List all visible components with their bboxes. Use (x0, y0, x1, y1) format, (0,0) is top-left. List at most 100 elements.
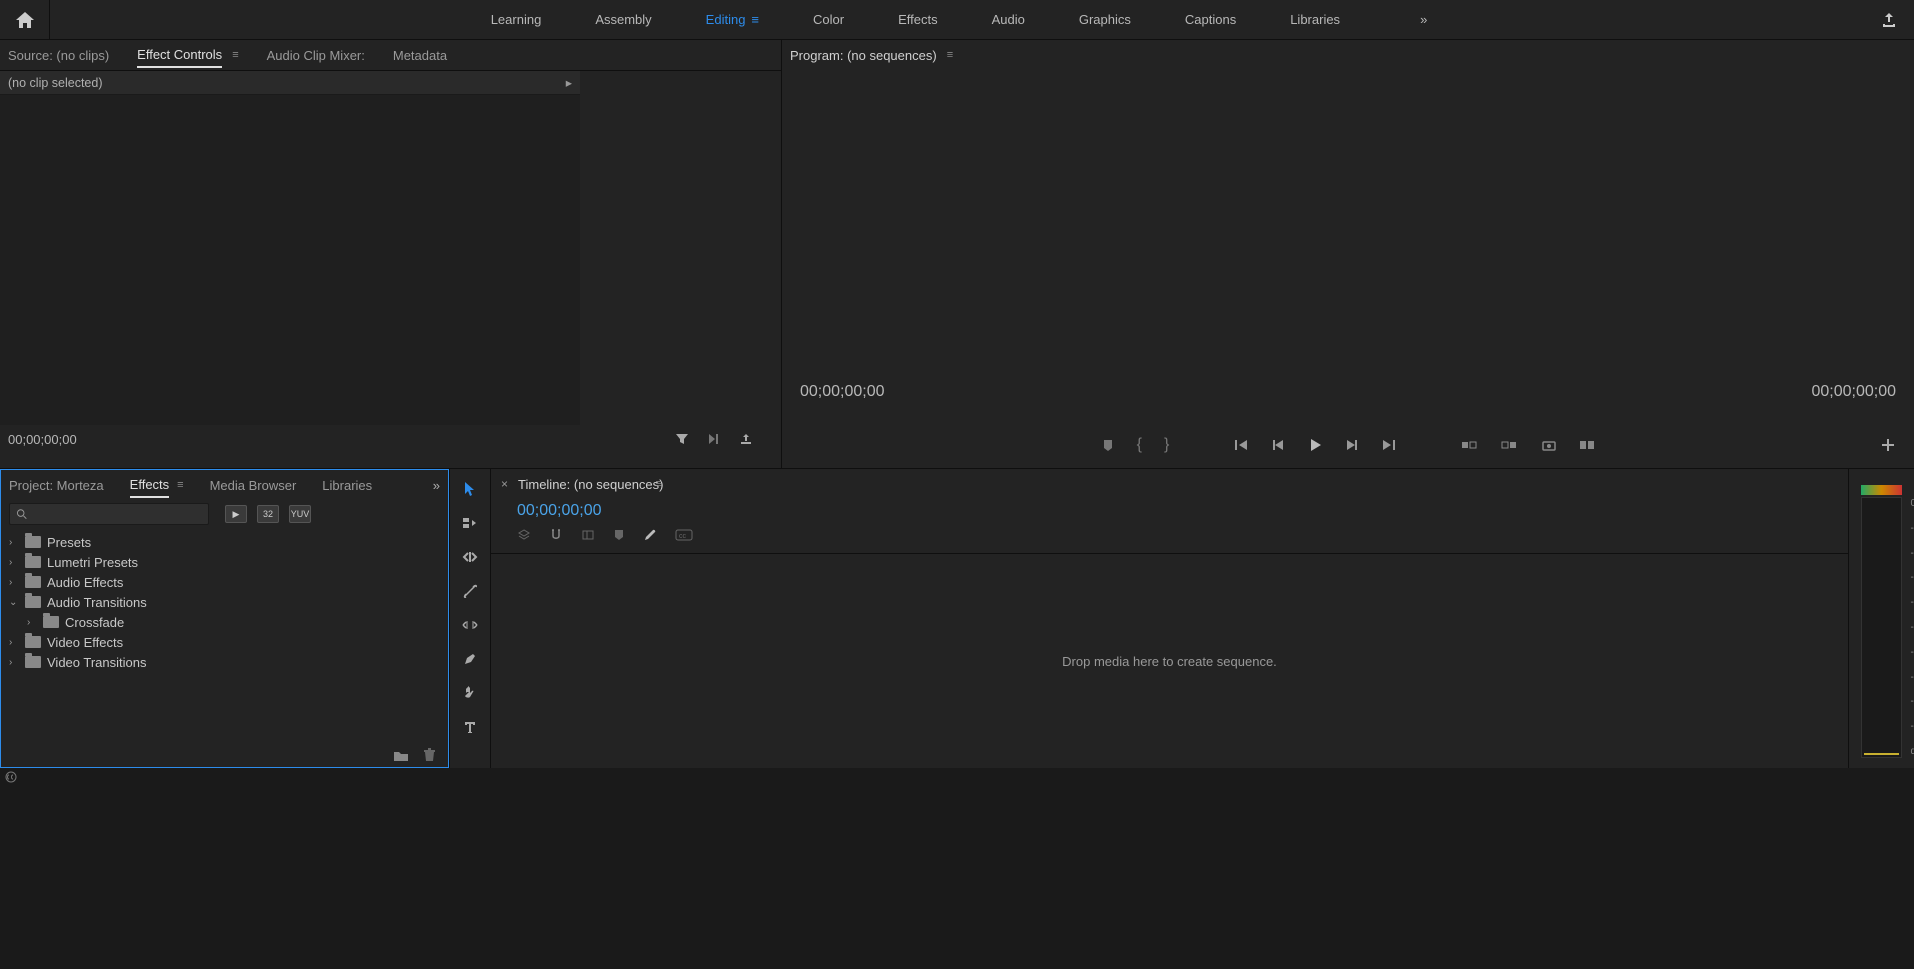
tab-metadata[interactable]: Metadata (393, 44, 447, 67)
tree-lumetri-label: Lumetri Presets (47, 555, 138, 570)
button-editor-icon[interactable] (1880, 437, 1896, 453)
program-menu-icon[interactable]: ≡ (947, 49, 953, 61)
razor-tool[interactable] (459, 581, 481, 601)
tree-video-effects[interactable]: ›Video Effects (1, 632, 448, 652)
accelerated-badge[interactable]: ▶ (225, 505, 247, 523)
program-timecode-left[interactable]: 00;00;00;00 (800, 383, 885, 401)
workspace-graphics[interactable]: Graphics (1075, 0, 1135, 39)
timeline-header: × Timeline: (no sequences) ≡ (491, 469, 1848, 499)
pen-tool[interactable] (459, 649, 481, 669)
workspace-menu-icon[interactable]: ≡ (751, 12, 759, 27)
cc-cloud-icon[interactable] (4, 770, 18, 784)
upper-panels: Source: (no clips) Effect Controls ≡ Aud… (0, 40, 1914, 468)
settings-icon[interactable] (643, 528, 657, 542)
export-frame-icon[interactable] (739, 432, 753, 446)
32bit-badge[interactable]: 32 (257, 505, 279, 523)
add-marker-icon[interactable] (1101, 438, 1115, 452)
snap-icon[interactable] (549, 528, 563, 542)
tree-audiotr-label: Audio Transitions (47, 595, 147, 610)
new-bin-icon[interactable] (393, 749, 409, 762)
collapse-icon[interactable]: ▸ (566, 75, 572, 90)
extract-icon[interactable] (1501, 438, 1519, 452)
workspace-libraries[interactable]: Libraries (1286, 0, 1344, 39)
timeline-timecode[interactable]: 00;00;00;00 (491, 499, 1848, 523)
program-timecode-right[interactable]: 00;00;00;00 (1811, 383, 1896, 401)
mark-out-icon[interactable]: } (1164, 436, 1169, 454)
play-icon[interactable] (1307, 437, 1323, 453)
linked-selection-icon[interactable] (581, 528, 595, 542)
tree-audio-transitions[interactable]: ⌄Audio Transitions (1, 592, 448, 612)
program-transport-bar: { } (782, 422, 1914, 468)
captions-icon[interactable]: cc (675, 529, 693, 541)
folder-icon (25, 636, 41, 648)
home-icon (16, 12, 34, 28)
workspace-learning[interactable]: Learning (487, 0, 546, 39)
workspace-assembly[interactable]: Assembly (591, 0, 655, 39)
folder-icon (25, 576, 41, 588)
tab-audio-mixer[interactable]: Audio Clip Mixer: (267, 44, 365, 67)
marker-icon[interactable] (613, 528, 625, 542)
tree-audio-effects[interactable]: ›Audio Effects (1, 572, 448, 592)
tab-media-browser[interactable]: Media Browser (210, 474, 297, 497)
tab-project[interactable]: Project: Morteza (9, 474, 104, 497)
timeline-close-icon[interactable]: × (501, 477, 508, 491)
delete-icon[interactable] (423, 748, 436, 762)
workspace-overflow-icon[interactable]: » (1420, 12, 1427, 27)
tab-effects[interactable]: Effects (130, 473, 170, 498)
selection-tool[interactable] (459, 479, 481, 499)
workspace-captions[interactable]: Captions (1181, 0, 1240, 39)
timeline-panel: × Timeline: (no sequences) ≡ 00;00;00;00… (491, 469, 1848, 768)
step-forward-icon[interactable] (1345, 438, 1359, 452)
tree-crossfade-label: Crossfade (65, 615, 124, 630)
sequence-nest-icon[interactable] (517, 528, 531, 542)
source-timecode[interactable]: 00;00;00;00 (8, 432, 77, 447)
tab-source[interactable]: Source: (no clips) (8, 44, 109, 67)
go-to-out-icon[interactable] (1381, 438, 1397, 452)
effects-search-input[interactable] (9, 503, 209, 525)
hand-tool[interactable] (459, 683, 481, 703)
program-timecode-row: 00;00;00;00 00;00;00;00 (782, 378, 1914, 406)
workspace-color[interactable]: Color (809, 0, 848, 39)
program-viewport (782, 70, 1914, 378)
track-select-tool[interactable] (459, 513, 481, 533)
effects-search-field[interactable] (27, 507, 202, 521)
lift-icon[interactable] (1461, 438, 1479, 452)
effects-menu-icon[interactable]: ≡ (177, 479, 183, 491)
yuv-badge[interactable]: YUV (289, 505, 311, 523)
quick-export-button[interactable] (1864, 0, 1914, 40)
scale-36: -36 (1911, 647, 1914, 658)
step-forward-icon[interactable] (707, 432, 721, 446)
scale-12: -12 (1911, 548, 1914, 559)
svg-text:cc: cc (679, 533, 687, 540)
ripple-edit-tool[interactable] (459, 547, 481, 567)
workspace-editing[interactable]: Editing ≡ (702, 0, 763, 39)
tree-video-transitions[interactable]: ›Video Transitions (1, 652, 448, 672)
status-bar (0, 768, 1914, 786)
workspace-switcher: Learning Assembly Editing ≡ Color Effect… (50, 0, 1864, 39)
tab-timeline[interactable]: Timeline: (no sequences) (518, 473, 663, 496)
export-frame-icon[interactable] (1541, 438, 1557, 452)
tab-libraries-lower[interactable]: Libraries (322, 474, 372, 497)
tree-presets[interactable]: ›Presets (1, 532, 448, 552)
tree-videofx-label: Video Effects (47, 635, 123, 650)
audio-meter-bar[interactable]: 0 -6 -12 -18 -24 -30 -36 -42 -48 -54 dB (1861, 497, 1902, 758)
tab-program[interactable]: Program: (no sequences) (790, 44, 937, 67)
workspace-effects[interactable]: Effects (894, 0, 942, 39)
step-back-icon[interactable] (1271, 438, 1285, 452)
workspace-audio[interactable]: Audio (988, 0, 1029, 39)
tab-effect-controls[interactable]: Effect Controls (137, 43, 222, 68)
filter-icon[interactable] (675, 432, 689, 446)
type-tool[interactable] (459, 717, 481, 737)
comparison-view-icon[interactable] (1579, 438, 1595, 452)
home-button[interactable] (0, 0, 50, 40)
timeline-menu-icon[interactable]: ≡ (656, 478, 662, 490)
tree-lumetri[interactable]: ›Lumetri Presets (1, 552, 448, 572)
tree-videotr-label: Video Transitions (47, 655, 147, 670)
mark-in-icon[interactable]: { (1137, 436, 1142, 454)
timeline-drop-area[interactable]: Drop media here to create sequence. (491, 553, 1848, 768)
tree-crossfade[interactable]: ›Crossfade (1, 612, 448, 632)
slip-tool[interactable] (459, 615, 481, 635)
project-overflow-icon[interactable]: » (433, 478, 440, 493)
go-to-in-icon[interactable] (1233, 438, 1249, 452)
effect-controls-menu-icon[interactable]: ≡ (232, 49, 238, 61)
